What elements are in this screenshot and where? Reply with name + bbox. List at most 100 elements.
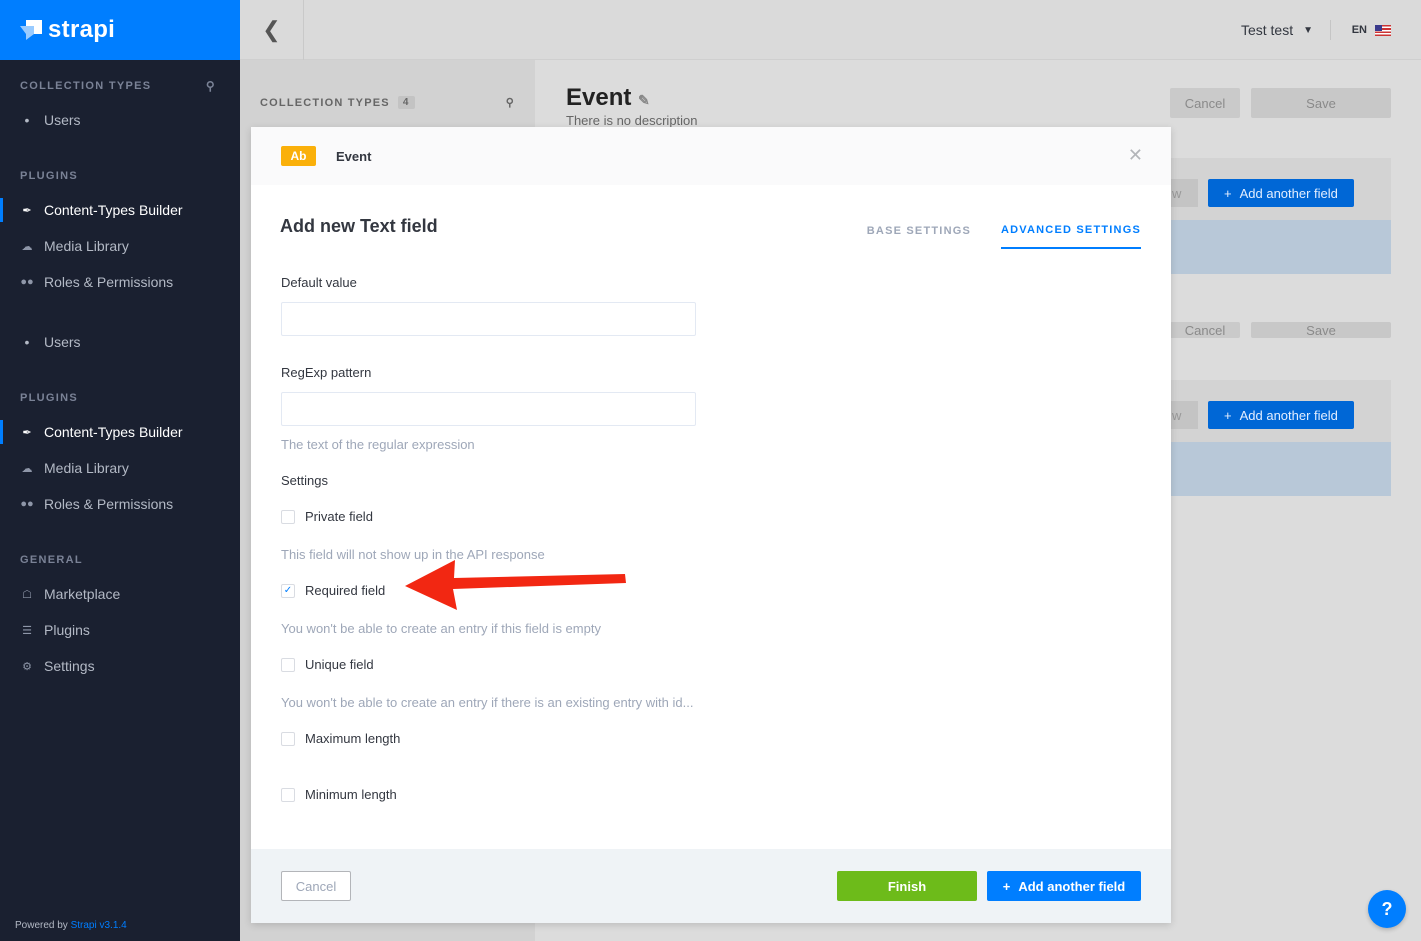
annotation-arrow-icon xyxy=(405,560,626,610)
unique-field-checkbox[interactable] xyxy=(281,657,295,672)
brand-name: strapi xyxy=(48,16,116,43)
search-icon[interactable]: ⚲ xyxy=(206,79,216,93)
required-field-checkbox[interactable]: ✓ xyxy=(281,583,295,598)
collection-types-section: COLLECTION TYPES ⚲ • Users xyxy=(0,76,240,138)
button-label: Add another field xyxy=(1018,878,1126,894)
field-list-band xyxy=(1170,220,1391,274)
content-type-name: Event xyxy=(336,148,372,164)
help-button[interactable]: ? xyxy=(1368,890,1406,928)
modal-footer: Cancel Finish + Add another field xyxy=(251,849,1171,923)
add-another-field-button[interactable]: + Add another field xyxy=(1208,401,1354,429)
strapi-logo[interactable]: strapi xyxy=(20,16,115,44)
save-button[interactable]: Save xyxy=(1251,88,1391,118)
private-field-option[interactable]: Private field xyxy=(281,509,373,524)
users-icon: ●● xyxy=(20,276,34,288)
cancel-button[interactable]: Cancel xyxy=(1170,88,1240,118)
unique-field-option[interactable]: Unique field xyxy=(281,657,374,672)
field-list-card xyxy=(1170,158,1391,274)
option-label: Private field xyxy=(305,509,373,524)
sidebar-item-label: Users xyxy=(44,112,81,128)
tab-base-settings[interactable]: BASE SETTINGS xyxy=(867,213,971,249)
settings-tabs: BASE SETTINGS ADVANCED SETTINGS xyxy=(867,213,1141,249)
required-field-hint: You won't be able to create an entry if … xyxy=(281,621,601,636)
gear-icon: ⚙ xyxy=(22,660,32,673)
cloud-upload-icon: ☁ xyxy=(21,462,33,475)
plugins-section: PLUGINS ✒ Content-Types Builder ☁ Media … xyxy=(0,166,240,300)
plus-icon: + xyxy=(1002,878,1011,894)
sidebar-item-marketplace[interactable]: ☖ Marketplace xyxy=(0,576,240,612)
modal-title: Add new Text field xyxy=(280,216,438,236)
field-list-card xyxy=(1170,380,1391,496)
left-sidebar: strapi COLLECTION TYPES ⚲ • Users PLUGIN… xyxy=(0,0,240,941)
sidebar-item-roles-permissions[interactable]: ●● Roles & Permissions xyxy=(0,264,240,300)
sidebar-item-label: Content-Types Builder xyxy=(44,202,183,218)
sidebar-item-users[interactable]: • Users xyxy=(0,324,240,360)
sidebar-item-label: Roles & Permissions xyxy=(44,496,174,512)
option-label: Unique field xyxy=(305,657,374,672)
section-heading: GENERAL xyxy=(20,554,83,566)
add-another-field-button[interactable]: + Add another field xyxy=(987,871,1141,901)
pencil-icon[interactable]: ✎ xyxy=(638,92,650,108)
add-another-field-button[interactable]: + Add another field xyxy=(1208,179,1354,207)
sidebar-item-users[interactable]: • Users xyxy=(0,102,240,138)
count-badge: 4 xyxy=(397,96,415,109)
plus-icon: + xyxy=(1224,185,1232,201)
brush-icon: ✒ xyxy=(22,426,32,439)
cancel-button[interactable]: Cancel xyxy=(281,871,351,901)
default-value-input[interactable] xyxy=(281,302,696,336)
save-button[interactable]: Save xyxy=(1251,322,1391,338)
question-mark-icon: ? xyxy=(1381,898,1393,919)
maximum-length-option[interactable]: Maximum length xyxy=(281,731,400,746)
tab-advanced-settings[interactable]: ADVANCED SETTINGS xyxy=(1001,213,1141,249)
us-flag-icon xyxy=(1375,24,1391,36)
close-icon[interactable]: ✕ xyxy=(1128,145,1143,166)
section-heading: PLUGINS xyxy=(20,392,78,404)
sidebar-item-label: Media Library xyxy=(44,460,129,476)
sidebar-item-plugins[interactable]: ☰ Plugins xyxy=(0,612,240,648)
back-button[interactable]: ❮ xyxy=(240,0,304,60)
brand-header[interactable]: strapi xyxy=(0,0,240,60)
sidebar-item-label: Media Library xyxy=(44,238,129,254)
sidebar-item-media-library[interactable]: ☁ Media Library xyxy=(0,450,240,486)
check-icon: ✓ xyxy=(283,585,293,596)
private-field-checkbox[interactable] xyxy=(281,509,295,524)
language-code: EN xyxy=(1351,24,1367,36)
sidebar-item-label: Users xyxy=(44,334,81,350)
section-heading: COLLECTION TYPES xyxy=(20,80,152,92)
partial-button[interactable]: w xyxy=(1170,401,1198,429)
top-bar: ❮ Test test ▼ EN xyxy=(240,0,1421,60)
regexp-input[interactable] xyxy=(281,392,696,426)
cancel-button[interactable]: Cancel xyxy=(1170,322,1240,338)
maximum-length-checkbox[interactable] xyxy=(281,731,295,746)
page-title: Event ✎ xyxy=(566,84,650,112)
bullet-icon: • xyxy=(24,112,30,128)
modal-header: Ab Event xyxy=(251,127,1171,185)
powered-by: Powered by Strapi v3.1.4 xyxy=(15,920,127,931)
search-icon[interactable]: ⚲ xyxy=(506,96,515,109)
sidebar-item-content-types-builder[interactable]: ✒ Content-Types Builder xyxy=(0,192,240,228)
language-selector[interactable]: EN xyxy=(1352,24,1391,36)
sidebar-item-settings[interactable]: ⚙ Settings xyxy=(0,648,240,684)
section-heading: COLLECTION TYPES xyxy=(260,96,390,109)
sidebar-item-content-types-builder[interactable]: ✒ Content-Types Builder xyxy=(0,414,240,450)
settings-label: Settings xyxy=(281,473,328,488)
plus-icon: + xyxy=(1224,407,1232,423)
sidebar-item-roles-permissions[interactable]: ●● Roles & Permissions xyxy=(0,486,240,522)
add-field-modal: Ab Event ✕ Add new Text field BASE SETTI… xyxy=(251,127,1171,923)
chevron-left-icon: ❮ xyxy=(262,17,281,42)
sidebar-item-media-library[interactable]: ☁ Media Library xyxy=(0,228,240,264)
minimum-length-option[interactable]: Minimum length xyxy=(281,787,397,802)
required-field-option[interactable]: ✓ Required field xyxy=(281,583,385,598)
regexp-label: RegExp pattern xyxy=(281,365,372,380)
general-section: GENERAL ☖ Marketplace ☰ Plugins ⚙ Settin… xyxy=(0,550,240,684)
finish-button[interactable]: Finish xyxy=(837,871,977,901)
sidebar-item-label: Roles & Permissions xyxy=(44,274,174,290)
partial-button[interactable]: w xyxy=(1170,179,1198,207)
user-menu[interactable]: Test test ▼ xyxy=(1241,22,1313,38)
page-title-text: Event xyxy=(566,84,632,111)
sidebar-item-label: Content-Types Builder xyxy=(44,424,183,440)
version-link[interactable]: Strapi v3.1.4 xyxy=(71,920,127,931)
cloud-upload-icon: ☁ xyxy=(21,240,33,253)
minimum-length-checkbox[interactable] xyxy=(281,787,295,802)
divider xyxy=(1330,20,1331,40)
